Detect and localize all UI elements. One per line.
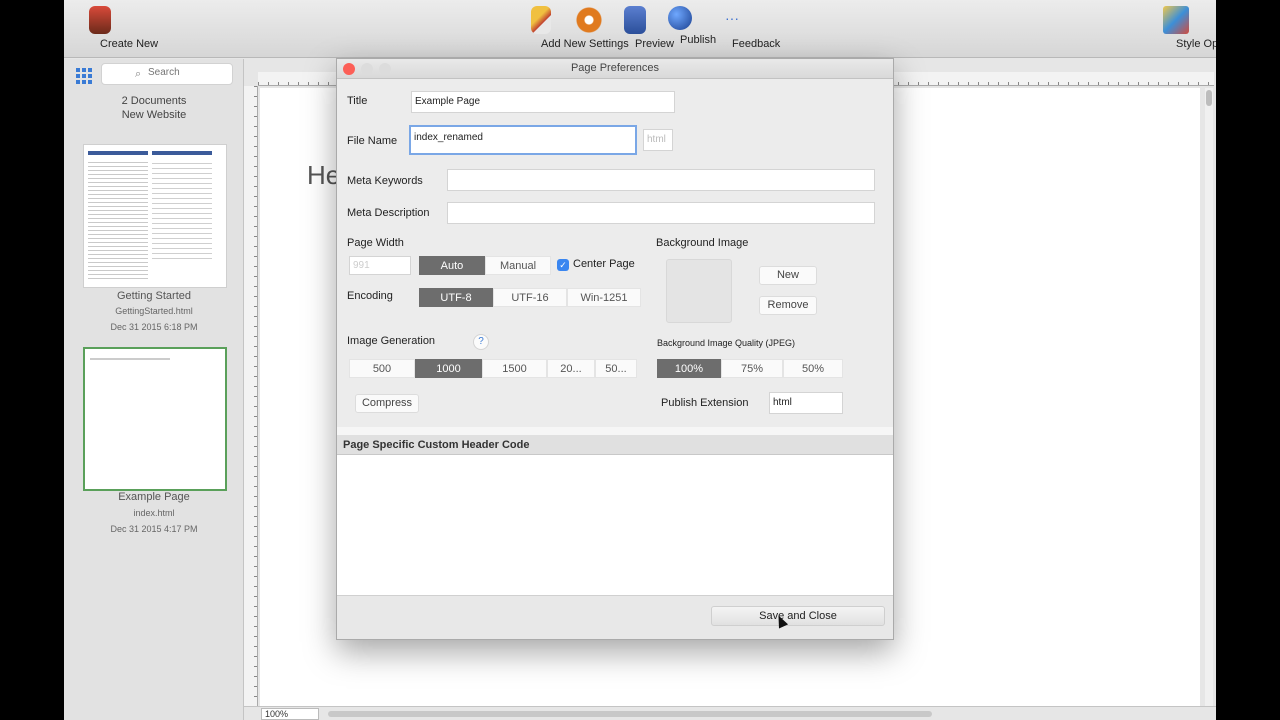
encoding-utf16-option[interactable]: UTF-16 bbox=[493, 288, 567, 307]
file-extension-hint: html bbox=[643, 129, 673, 151]
meta-description-label: Meta Description bbox=[347, 207, 430, 219]
search-icon: ⌕ bbox=[135, 68, 142, 80]
image-size-option[interactable]: 500 bbox=[349, 359, 415, 378]
image-size-option[interactable]: 1500 bbox=[482, 359, 547, 378]
background-quality-label: Background Image Quality (JPEG) bbox=[657, 338, 796, 348]
feedback-button[interactable]: ··· Feedback bbox=[706, 6, 780, 50]
meta-keywords-label: Meta Keywords bbox=[347, 175, 423, 187]
ellipsis-icon: ··· bbox=[725, 10, 739, 26]
custom-header-code-label: Page Specific Custom Header Code bbox=[343, 439, 530, 451]
width-manual-option[interactable]: Manual bbox=[485, 256, 551, 275]
bg-quality-option[interactable]: 75% bbox=[721, 359, 783, 378]
document-name: Example Page bbox=[118, 491, 190, 503]
compress-button[interactable]: Compress bbox=[355, 394, 419, 413]
document-count: 2 Documents bbox=[121, 95, 187, 107]
search-field[interactable]: ⌕ bbox=[101, 63, 233, 85]
preview-icon bbox=[624, 6, 646, 34]
globe-icon bbox=[668, 6, 692, 30]
width-auto-option[interactable]: Auto bbox=[419, 256, 485, 275]
title-field[interactable]: Example Page bbox=[411, 91, 675, 113]
document-date: Dec 31 2015 4:17 PM bbox=[110, 524, 198, 534]
publish-extension-label: Publish Extension bbox=[661, 397, 749, 409]
publish-button[interactable]: Publish bbox=[658, 6, 716, 46]
meta-keywords-field[interactable] bbox=[447, 169, 875, 191]
document-thumbnail-example-page[interactable] bbox=[83, 347, 227, 491]
image-size-option[interactable]: 1000 bbox=[415, 359, 482, 378]
horizontal-scrollbar[interactable] bbox=[328, 711, 932, 717]
dialog-title: Page Preferences bbox=[570, 62, 660, 74]
file-name-label: File Name bbox=[347, 135, 398, 147]
image-generation-label: Image Generation bbox=[347, 335, 436, 347]
book-icon bbox=[89, 6, 111, 34]
document-thumbnail-getting-started[interactable] bbox=[83, 144, 227, 288]
image-size-option[interactable]: 50... bbox=[595, 359, 637, 378]
background-remove-button[interactable]: Remove bbox=[759, 296, 817, 315]
settings-label: Settings bbox=[589, 38, 629, 50]
grid-view-icon[interactable] bbox=[76, 68, 92, 84]
encoding-label: Encoding bbox=[347, 290, 393, 302]
image-size-option[interactable]: 20... bbox=[547, 359, 595, 378]
bottom-bar: 100% bbox=[244, 706, 1216, 720]
main-toolbar: Create New Add New Settings Preview Publ… bbox=[64, 0, 1216, 58]
pencil-icon bbox=[531, 6, 551, 34]
background-image-label: Background Image bbox=[656, 237, 749, 249]
page-width-label: Page Width bbox=[347, 237, 404, 249]
create-new-button[interactable]: Create New bbox=[70, 6, 158, 50]
dialog-footer: Save and Close bbox=[337, 595, 893, 639]
style-options-label: Style Options bbox=[1176, 38, 1216, 50]
vertical-ruler bbox=[244, 86, 258, 706]
search-input[interactable] bbox=[148, 67, 228, 78]
background-new-button[interactable]: New bbox=[759, 266, 817, 285]
app-window: Create New Add New Settings Preview Publ… bbox=[64, 0, 1216, 720]
site-name: New Website bbox=[121, 109, 187, 121]
save-and-close-button[interactable]: Save and Close bbox=[711, 606, 885, 626]
scrollbar-knob[interactable] bbox=[1206, 90, 1212, 106]
settings-button[interactable]: Settings bbox=[566, 6, 629, 50]
preview-button[interactable]: Preview bbox=[613, 6, 674, 50]
encoding-win1251-option[interactable]: Win-1251 bbox=[567, 288, 641, 307]
meta-description-field[interactable] bbox=[447, 202, 875, 224]
center-page-label: Center Page bbox=[573, 258, 635, 270]
page-width-field[interactable]: 991 bbox=[349, 256, 411, 275]
gear-icon bbox=[575, 6, 603, 34]
page-preferences-dialog: Page Preferences Title Example Page File… bbox=[336, 58, 894, 640]
add-new-button[interactable]: Add New bbox=[516, 6, 586, 50]
style-options-button[interactable]: Style Options bbox=[1142, 6, 1216, 50]
background-image-well[interactable] bbox=[666, 259, 732, 323]
custom-header-code-editor[interactable] bbox=[337, 455, 893, 595]
bg-quality-option[interactable]: 100% bbox=[657, 359, 721, 378]
document-date: Dec 31 2015 6:18 PM bbox=[110, 322, 198, 332]
center-page-checkbox[interactable]: ✓ bbox=[557, 259, 569, 271]
documents-sidebar: ⌕ 2 Documents New Website Getting Starte… bbox=[64, 59, 244, 720]
publish-extension-field[interactable]: html bbox=[769, 392, 843, 414]
create-new-label: Create New bbox=[100, 38, 159, 50]
title-label: Title bbox=[347, 95, 368, 107]
document-file: GettingStarted.html bbox=[115, 306, 193, 316]
split-divider[interactable] bbox=[337, 427, 893, 435]
document-name: Getting Started bbox=[117, 290, 191, 302]
add-new-label: Add New bbox=[541, 38, 586, 50]
help-icon[interactable]: ? bbox=[473, 334, 489, 350]
feedback-label: Feedback bbox=[732, 38, 781, 50]
preview-label: Preview bbox=[635, 38, 675, 50]
palette-icon bbox=[1163, 6, 1189, 34]
zoom-select[interactable]: 100% bbox=[261, 708, 319, 720]
encoding-utf8-option[interactable]: UTF-8 bbox=[419, 288, 493, 307]
document-file: index.html bbox=[133, 508, 175, 518]
dialog-titlebar: Page Preferences bbox=[337, 59, 893, 79]
bg-quality-option[interactable]: 50% bbox=[783, 359, 843, 378]
vertical-scrollbar[interactable] bbox=[1205, 88, 1213, 706]
file-name-field[interactable]: index_renamed bbox=[409, 125, 637, 155]
custom-header-code-bar: Page Specific Custom Header Code bbox=[337, 435, 893, 455]
